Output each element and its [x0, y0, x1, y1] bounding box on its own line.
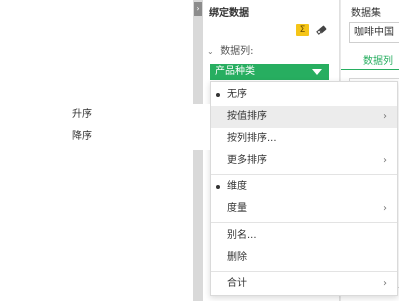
- tab-data-columns[interactable]: 数据列: [363, 52, 393, 67]
- menu-item-measure[interactable]: 度量 ›: [211, 198, 397, 220]
- caret-down-icon[interactable]: [312, 69, 322, 75]
- menu-divider: [211, 222, 397, 223]
- submenu-arrow-icon: ›: [383, 203, 387, 214]
- menu-item-delete[interactable]: 删除: [211, 247, 397, 269]
- field-pill-product-category[interactable]: 产品种类: [210, 64, 329, 80]
- collapse-arrow-icon[interactable]: ›: [194, 2, 202, 16]
- menu-item-alias[interactable]: 别名...: [211, 225, 397, 247]
- submenu-arrow-icon: ›: [383, 155, 387, 166]
- menu-item-more-sort[interactable]: 更多排序 ›: [211, 150, 397, 172]
- canvas-area: [0, 0, 193, 301]
- submenu-item-ascending[interactable]: 升序: [58, 104, 210, 126]
- menu-divider: [211, 271, 397, 272]
- data-column-section[interactable]: ⌄ 数据列:: [207, 42, 254, 57]
- selected-dot-icon: [216, 93, 220, 97]
- menu-item-unordered[interactable]: 无序: [211, 84, 397, 106]
- data-column-label: 数据列:: [220, 46, 254, 57]
- sort-by-value-submenu: 升序 降序: [58, 104, 210, 150]
- menu-item-dimension[interactable]: 维度: [211, 176, 397, 198]
- dataset-label: 数据集: [351, 8, 381, 19]
- submenu-item-descending[interactable]: 降序: [58, 126, 210, 148]
- dataset-select[interactable]: 咖啡中国: [349, 22, 399, 43]
- selected-dot-icon: [216, 185, 220, 189]
- menu-item-sort-by-column[interactable]: 按列排序...: [211, 128, 397, 150]
- eraser-icon[interactable]: [316, 24, 327, 36]
- context-menu: 无序 按值排序 › 按列排序... 更多排序 › 维度 度量 › 别名... 删…: [210, 81, 398, 296]
- menu-item-sort-by-value[interactable]: 按值排序 ›: [211, 106, 397, 128]
- panel-collapse-strip[interactable]: ›: [193, 0, 203, 301]
- submenu-arrow-icon: ›: [383, 278, 387, 289]
- tab-underline: [341, 69, 399, 70]
- chevron-down-icon[interactable]: ⌄: [207, 47, 217, 56]
- menu-item-total[interactable]: 合计 ›: [211, 273, 397, 295]
- submenu-arrow-icon: ›: [383, 111, 387, 122]
- field-pill-label: 产品种类: [215, 66, 255, 77]
- menu-divider: [211, 174, 397, 175]
- sigma-icon[interactable]: Σ: [296, 24, 309, 36]
- panel-title: 绑定数据: [209, 8, 249, 19]
